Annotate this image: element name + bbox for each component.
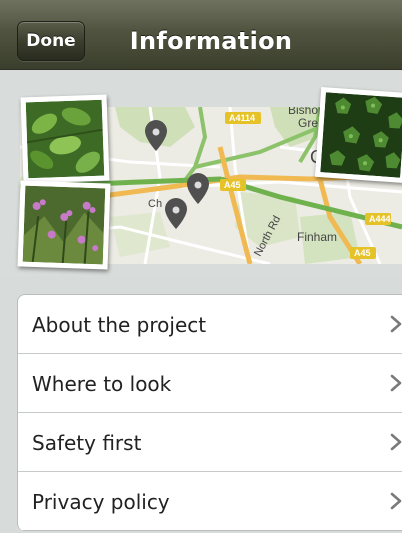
done-button[interactable]: Done: [17, 21, 85, 61]
menu-item-label: Privacy policy: [32, 489, 170, 514]
chevron-right-icon: [390, 374, 402, 392]
menu-item-label: Safety first: [32, 430, 142, 455]
map-label-ch: Ch: [148, 198, 162, 210]
menu-item-where-to-look[interactable]: Where to look: [18, 354, 402, 413]
chevron-right-icon: [390, 315, 402, 333]
nav-bar: Done Information: [0, 0, 402, 70]
plant-photo: [314, 86, 402, 184]
page-title: Information: [129, 27, 293, 55]
map-label-finham: Finham: [297, 230, 337, 244]
road-badge-a45: A45: [224, 180, 241, 190]
map-label-gre: Gre: [298, 116, 318, 130]
information-screen: Done Information A4114 A45 A444 A45 Bish…: [0, 0, 402, 533]
road-badge-a4114: A4114: [229, 113, 255, 123]
menu-item-label: Where to look: [32, 371, 172, 396]
info-menu-list: About the project Where to look Safety f…: [17, 294, 402, 531]
menu-item-label: About the project: [32, 312, 207, 337]
plant-photo: [17, 180, 111, 270]
road-badge-a45-2: A45: [354, 248, 371, 258]
menu-item-about-the-project[interactable]: About the project: [18, 295, 402, 354]
menu-item-safety-first[interactable]: Safety first: [18, 413, 402, 472]
menu-item-privacy-policy[interactable]: Privacy policy: [18, 472, 402, 531]
plant-photo: [20, 94, 110, 184]
chevron-right-icon: [390, 492, 402, 510]
road-badge-a444: A444: [369, 214, 391, 224]
chevron-right-icon: [390, 433, 402, 451]
